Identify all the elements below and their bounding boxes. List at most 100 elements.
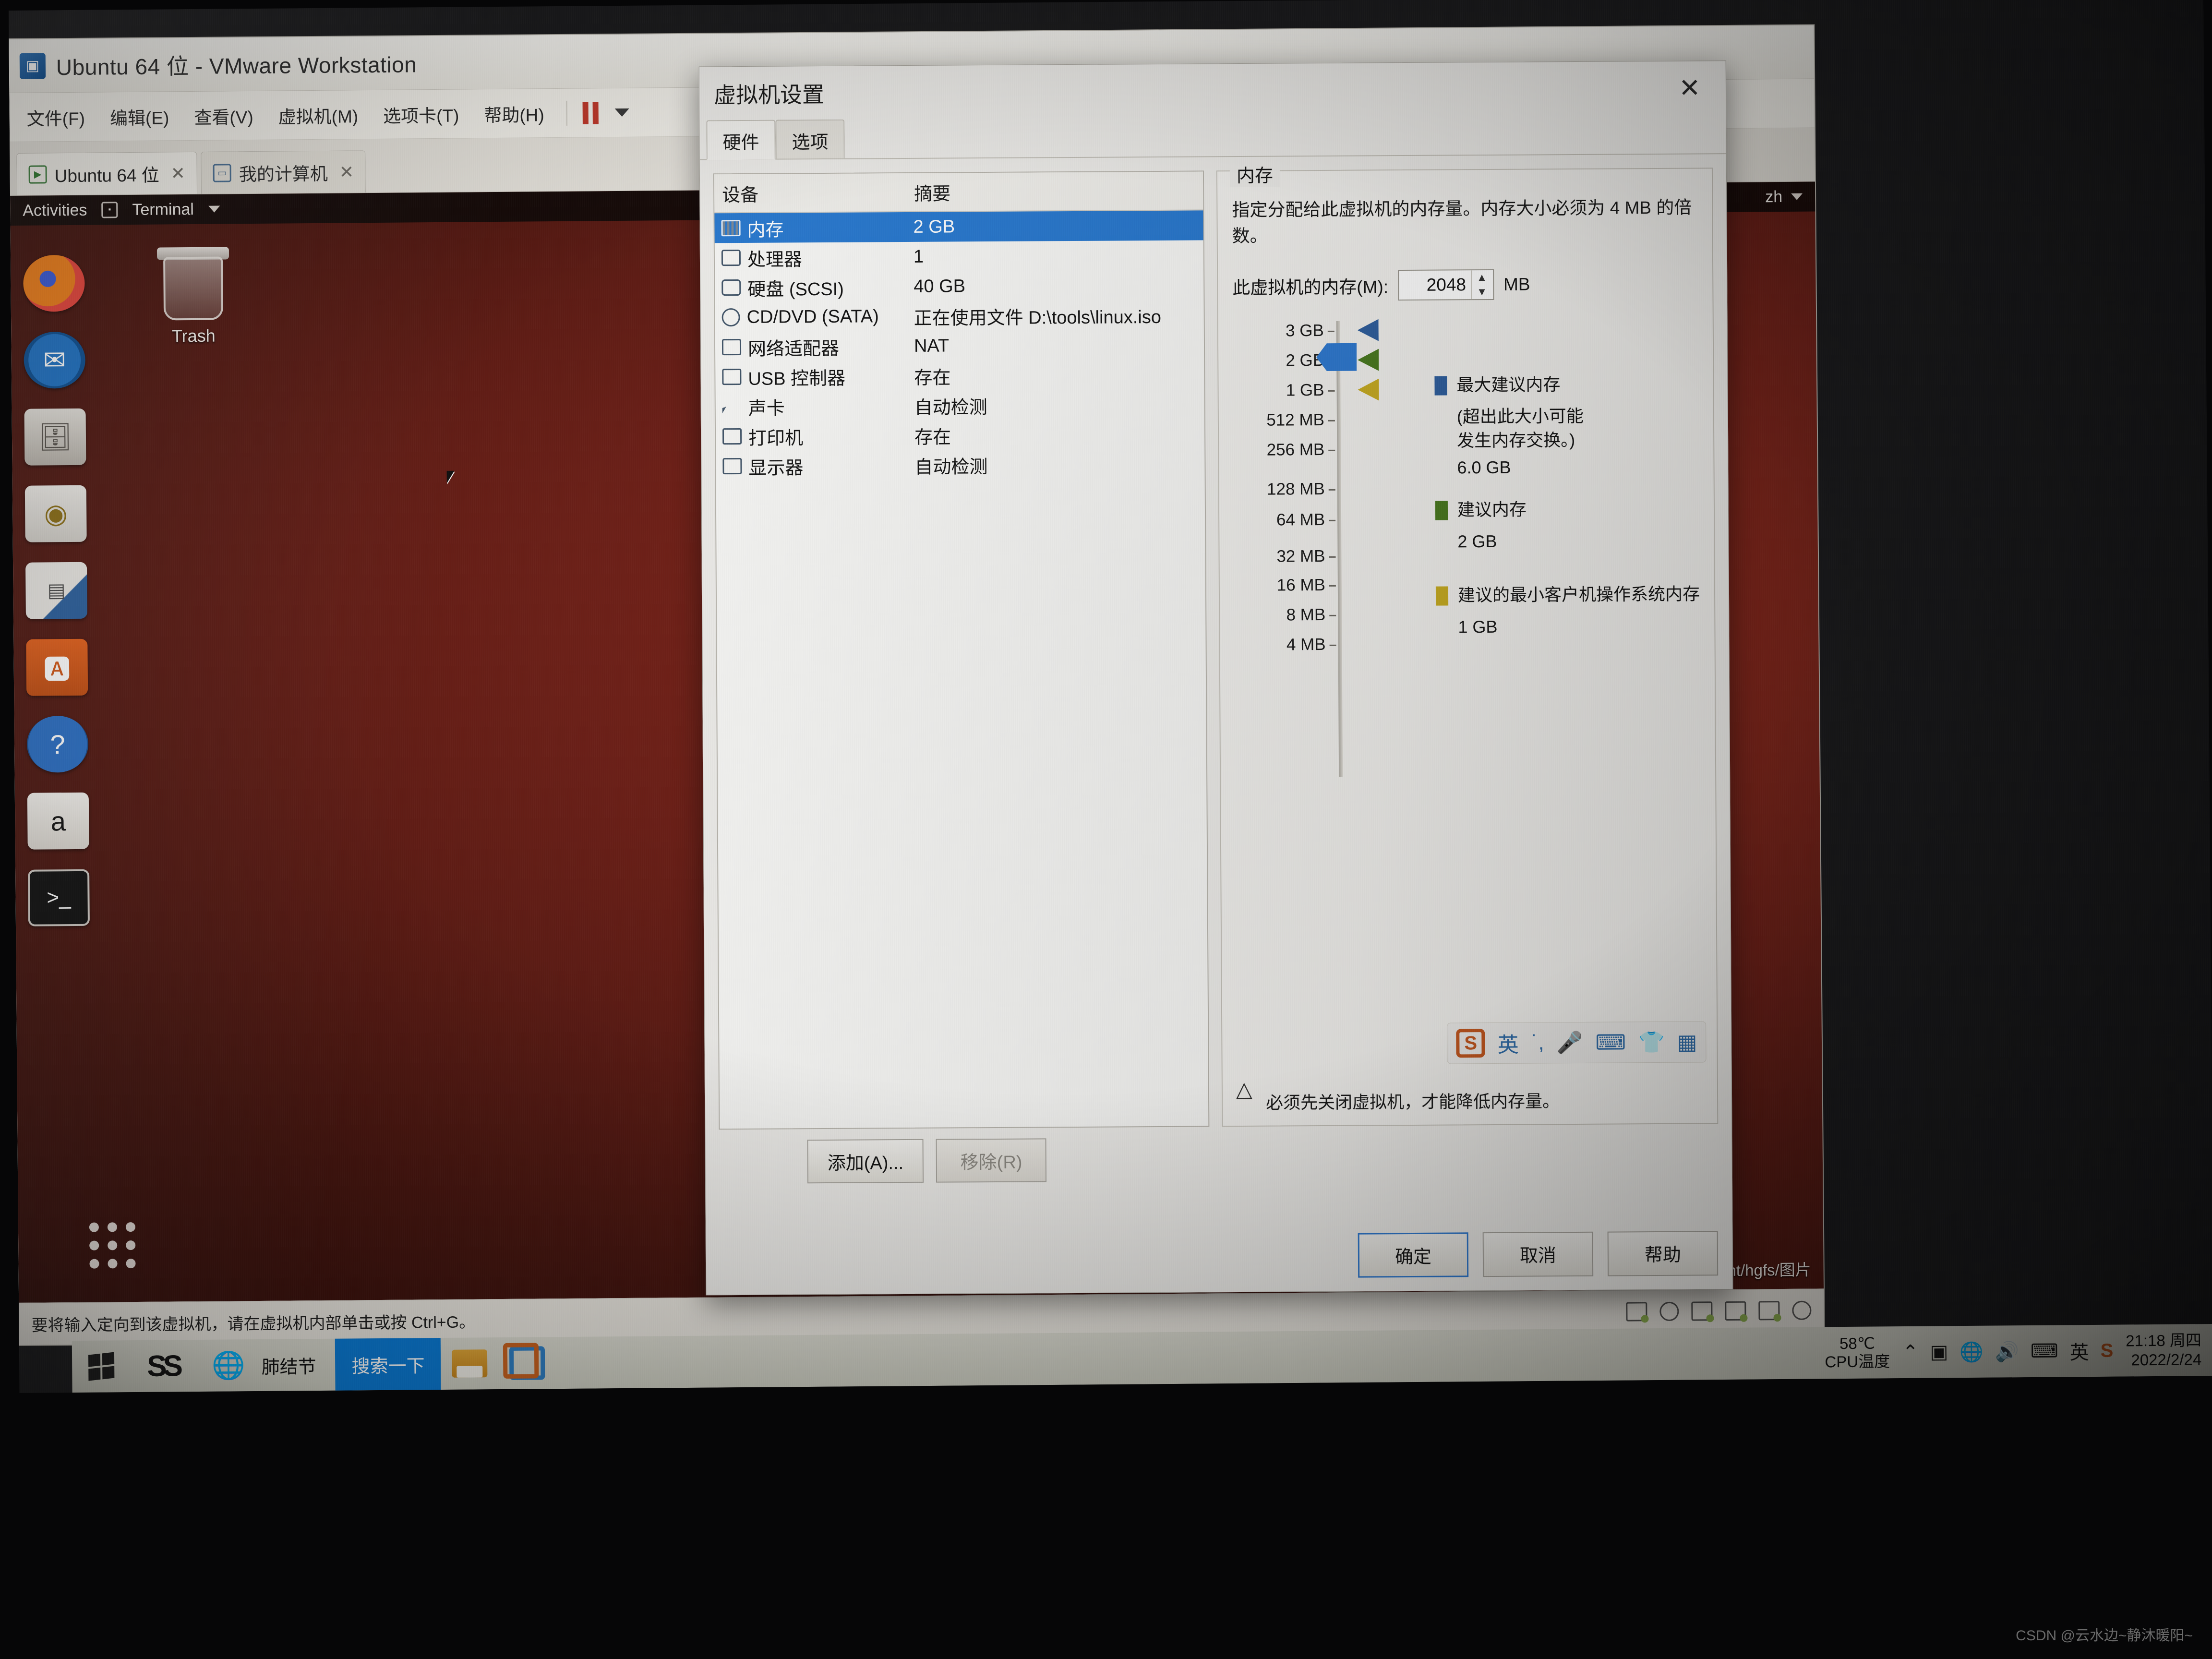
dialog-body: 设备 摘要 内存 2 GB 处理器 1 硬盘 (SCSI) 40 GB CD/D… [700,154,1732,1130]
device-summary: 存在 [914,427,951,448]
network-tray-icon[interactable] [1691,1301,1713,1321]
stepper-up-icon[interactable]: ▲ [1472,270,1492,285]
keyboard-icon[interactable]: ⌨ [1595,1030,1626,1055]
vmware-device-tray [1626,1300,1812,1322]
terminal-app-icon: ▪ [101,202,118,218]
cpu-temperature-widget[interactable]: 58℃ CPU温度 [1825,1334,1890,1371]
menu-edit[interactable]: 编辑(E) [97,99,182,133]
memory-input[interactable] [1398,275,1471,296]
marker-recommended [1358,349,1379,371]
tab-my-computer[interactable]: ▭ 我的计算机 ✕ [201,150,366,194]
sogou-ime-toolbar[interactable]: S 英 ˙, 🎤 ⌨ 👕 ▦ [1447,1021,1707,1064]
network-icon[interactable]: 🌐 [1960,1340,1984,1363]
chevron-down-icon[interactable] [1791,193,1803,200]
memory-slider-track[interactable] [1336,321,1343,778]
device-summary: 1 [913,246,924,267]
vm-settings-dialog: 虚拟机设置 ✕ 硬件 选项 设备 摘要 内存 2 GB 处理器 1 硬盘 (SC… [698,60,1733,1296]
dock-item-rhythmbox[interactable]: ◉ [24,485,87,542]
windows-start-icon[interactable] [72,1340,131,1393]
memory-warning-text: 必须先关闭虚拟机，才能降低内存量。 [1265,1091,1560,1113]
scale-tick: 2 GB [1286,351,1324,370]
sound-tray-icon[interactable] [1758,1300,1780,1320]
stepper-down-icon[interactable]: ▼ [1472,285,1492,299]
chevron-down-icon[interactable] [614,108,629,117]
file-explorer-icon[interactable] [441,1337,499,1390]
menu-help[interactable]: 帮助(H) [471,96,557,131]
ubuntu-dock: ✉ 🗄 ◉ ▤ 🅰 ? a >_ [15,238,97,926]
cancel-button[interactable]: 取消 [1482,1231,1594,1277]
table-row[interactable]: 声卡 自动检测 [716,389,1204,421]
app-menu-label[interactable]: Terminal [132,200,194,219]
table-row[interactable]: 内存 2 GB [714,210,1203,243]
tab-hardware[interactable]: 硬件 [706,120,776,160]
tab-options[interactable]: 选项 [775,119,845,159]
table-row[interactable]: 显示器 自动检测 [716,448,1204,481]
show-applications-icon[interactable] [89,1222,136,1269]
device-name: CD/DVD (SATA) [746,306,879,327]
monitor-icon[interactable]: ▣ [1930,1341,1948,1363]
dock-item-ubuntu-software[interactable]: 🅰 [26,638,88,696]
gnome-status-area[interactable]: zh [1765,187,1803,206]
desktop-icon-trash[interactable]: Trash [140,247,247,347]
vmware-taskbar-icon[interactable] [498,1337,556,1389]
add-device-button[interactable]: 添加(A)... [807,1139,924,1184]
keyboard-icon[interactable]: ⌨ [2031,1340,2058,1362]
remove-device-button[interactable]: 移除(R) [936,1138,1047,1183]
desktop-icon-label: Trash [171,325,216,346]
microphone-icon[interactable]: 🎤 [1557,1030,1583,1055]
taskbar-clock[interactable]: 21:18 周四 2022/2/24 [2126,1331,2201,1370]
sogou-taskbar-icon[interactable]: SS [131,1340,196,1392]
tab-close-icon[interactable]: ✕ [171,163,186,183]
volume-icon[interactable]: 🔊 [1995,1340,2019,1363]
close-icon[interactable]: ✕ [1668,73,1711,102]
device-table-header: 设备 摘要 [714,171,1203,214]
dock-item-firefox[interactable] [23,254,85,312]
pause-icon[interactable] [577,101,604,124]
dock-item-help[interactable]: ? [26,715,89,773]
device-name: 硬盘 (SCSI) [747,279,844,300]
menu-tabs[interactable]: 选项卡(T) [371,97,472,132]
ime-mode-label[interactable]: 英 [1498,1028,1519,1058]
help-button[interactable]: 帮助 [1607,1231,1719,1276]
sogou-tray-icon[interactable]: S [2100,1340,2113,1361]
table-row[interactable]: CD/DVD (SATA) 正在使用文件 D:\tools\linux.iso [715,300,1203,332]
menu-file[interactable]: 文件(F) [14,100,97,134]
search-button[interactable]: 搜索一下 [335,1338,442,1391]
toolbox-icon[interactable]: ▦ [1677,1030,1697,1054]
dock-item-files[interactable]: 🗄 [24,408,86,466]
input-language-indicator[interactable]: zh [1765,187,1782,206]
tab-close-icon[interactable]: ✕ [339,162,354,182]
table-row[interactable]: 打印机 存在 [716,419,1204,451]
harddisk-tray-icon[interactable] [1626,1301,1647,1322]
memory-description: 指定分配给此虚拟机的内存量。内存大小必须为 4 MB 的倍数。 [1232,197,1692,246]
cd-tray-icon[interactable] [1659,1301,1679,1321]
dock-item-thunderbird[interactable]: ✉ [24,331,86,389]
table-row[interactable]: 硬盘 (SCSI) 40 GB [715,270,1203,302]
menu-view[interactable]: 查看(V) [181,98,266,132]
dialog-footer-buttons: 确定 取消 帮助 [1358,1231,1719,1278]
network-icon [721,338,742,356]
table-row[interactable]: 处理器 1 [715,240,1203,273]
dock-item-terminal[interactable]: >_ [28,869,90,926]
skin-icon[interactable]: 👕 [1638,1030,1665,1055]
table-row[interactable]: 网络适配器 NAT [715,329,1204,362]
ime-en-icon[interactable]: 英 [2069,1337,2089,1365]
dock-item-amazon[interactable]: a [27,792,89,850]
tab-ubuntu-64[interactable]: ▶ Ubuntu 64 位 ✕ [16,151,198,195]
chevron-up-icon[interactable]: ⌃ [1902,1341,1919,1363]
memory-stepper[interactable]: ▲ ▼ [1397,269,1494,301]
chevron-down-icon[interactable] [208,205,220,213]
punctuation-icon[interactable]: ˙, [1531,1031,1544,1055]
ok-button[interactable]: 确定 [1358,1232,1469,1278]
dock-item-libreoffice-writer[interactable]: ▤ [25,562,87,619]
internet-explorer-icon[interactable]: 🌐 [195,1339,262,1392]
table-row[interactable]: USB 控制器 存在 [715,359,1204,392]
printer-tray-icon[interactable] [1725,1301,1746,1321]
activities-button[interactable]: Activities [23,201,87,220]
ie-window-label[interactable]: 肺结节 [261,1351,335,1378]
menu-vm[interactable]: 虚拟机(M) [265,98,371,132]
device-action-buttons: 添加(A)... 移除(R) [705,1124,1732,1184]
device-name: 显示器 [748,457,804,479]
usb-tray-icon[interactable] [1792,1300,1812,1320]
sogou-logo-icon[interactable]: S [1456,1029,1485,1058]
